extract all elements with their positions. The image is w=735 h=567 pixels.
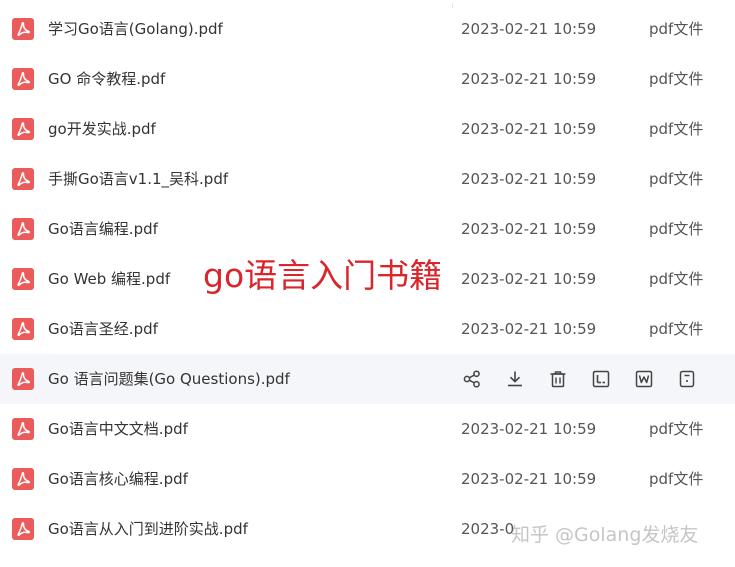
- file-row[interactable]: Go语言中文文档.pdf 2023-02-21 10:59 pdf文件: [0, 404, 735, 454]
- pdf-file-icon: [12, 168, 34, 190]
- file-row[interactable]: GO 命令教程.pdf 2023-02-21 10:59 pdf文件: [0, 54, 735, 104]
- file-type: pdf文件: [649, 320, 704, 338]
- file-row[interactable]: Go语言编程.pdf 2023-02-21 10:59 pdf文件: [0, 204, 735, 254]
- file-name[interactable]: 手撕Go语言v1.1_吴科.pdf: [48, 154, 228, 204]
- file-row[interactable]: Go语言核心编程.pdf 2023-02-21 10:59 pdf文件: [0, 454, 735, 504]
- pdf-file-icon: [12, 318, 34, 340]
- file-row[interactable]: 学习Go语言(Golang).pdf 2023-02-21 10:59 pdf文…: [0, 4, 735, 54]
- file-name[interactable]: Go语言编程.pdf: [48, 204, 158, 254]
- pdf-file-icon: [12, 268, 34, 290]
- file-row[interactable]: Go 语言问题集(Go Questions).pdf: [0, 354, 735, 404]
- share-icon[interactable]: [462, 369, 482, 389]
- pdf-file-icon: [12, 518, 34, 540]
- rename-icon[interactable]: [591, 369, 611, 389]
- file-name[interactable]: 学习Go语言(Golang).pdf: [48, 4, 223, 54]
- file-name[interactable]: GO 命令教程.pdf: [48, 54, 165, 104]
- pdf-file-icon: [12, 18, 34, 40]
- file-name[interactable]: Go语言中文文档.pdf: [48, 404, 188, 454]
- pdf-file-icon: [12, 68, 34, 90]
- copy-icon[interactable]: [677, 369, 697, 389]
- file-modified-date: 2023-02-21 10:59: [461, 20, 597, 38]
- overlay-title: go语言入门书籍: [203, 256, 443, 295]
- pdf-file-icon: [12, 418, 34, 440]
- file-modified-date: 2023-02-21 10:59: [461, 170, 597, 188]
- file-name[interactable]: Go 语言问题集(Go Questions).pdf: [48, 354, 290, 404]
- file-modified-date: 2023-02-21 10:59: [461, 220, 597, 238]
- file-modified-date: 2023-02-21 10:59: [461, 120, 597, 138]
- file-name[interactable]: go开发实战.pdf: [48, 104, 156, 154]
- file-type: pdf文件: [649, 420, 704, 438]
- file-type: pdf文件: [649, 170, 704, 188]
- file-type: pdf文件: [649, 220, 704, 238]
- download-icon[interactable]: [505, 369, 525, 389]
- file-modified-date: 2023-02-21 10:59: [461, 320, 597, 338]
- file-type: pdf文件: [649, 120, 704, 138]
- file-row[interactable]: 手撕Go语言v1.1_吴科.pdf 2023-02-21 10:59 pdf文件: [0, 154, 735, 204]
- file-row[interactable]: go开发实战.pdf 2023-02-21 10:59 pdf文件: [0, 104, 735, 154]
- pdf-file-icon: [12, 118, 34, 140]
- pdf-file-icon: [12, 218, 34, 240]
- watermark: 知乎 @Golang发烧友: [511, 524, 699, 546]
- row-action-bar: [462, 369, 697, 389]
- file-name[interactable]: Go语言从入门到进阶实战.pdf: [48, 504, 248, 554]
- delete-icon[interactable]: [548, 369, 568, 389]
- word-convert-icon[interactable]: [634, 369, 654, 389]
- file-name[interactable]: Go语言核心编程.pdf: [48, 454, 188, 504]
- file-modified-date: 2023-02-21 10:59: [461, 420, 597, 438]
- pdf-file-icon: [12, 368, 34, 390]
- file-type: pdf文件: [649, 20, 704, 38]
- file-modified-date: 2023-02-21 10:59: [461, 270, 597, 288]
- file-modified-date: 2023-0: [461, 520, 515, 538]
- file-modified-date: 2023-02-21 10:59: [461, 470, 597, 488]
- file-name[interactable]: Go Web 编程.pdf: [48, 254, 170, 304]
- file-type: pdf文件: [649, 470, 704, 488]
- file-type: pdf文件: [649, 270, 704, 288]
- file-type: pdf文件: [649, 70, 704, 88]
- file-name[interactable]: Go语言圣经.pdf: [48, 304, 158, 354]
- file-row[interactable]: Go语言圣经.pdf 2023-02-21 10:59 pdf文件: [0, 304, 735, 354]
- pdf-file-icon: [12, 468, 34, 490]
- file-modified-date: 2023-02-21 10:59: [461, 70, 597, 88]
